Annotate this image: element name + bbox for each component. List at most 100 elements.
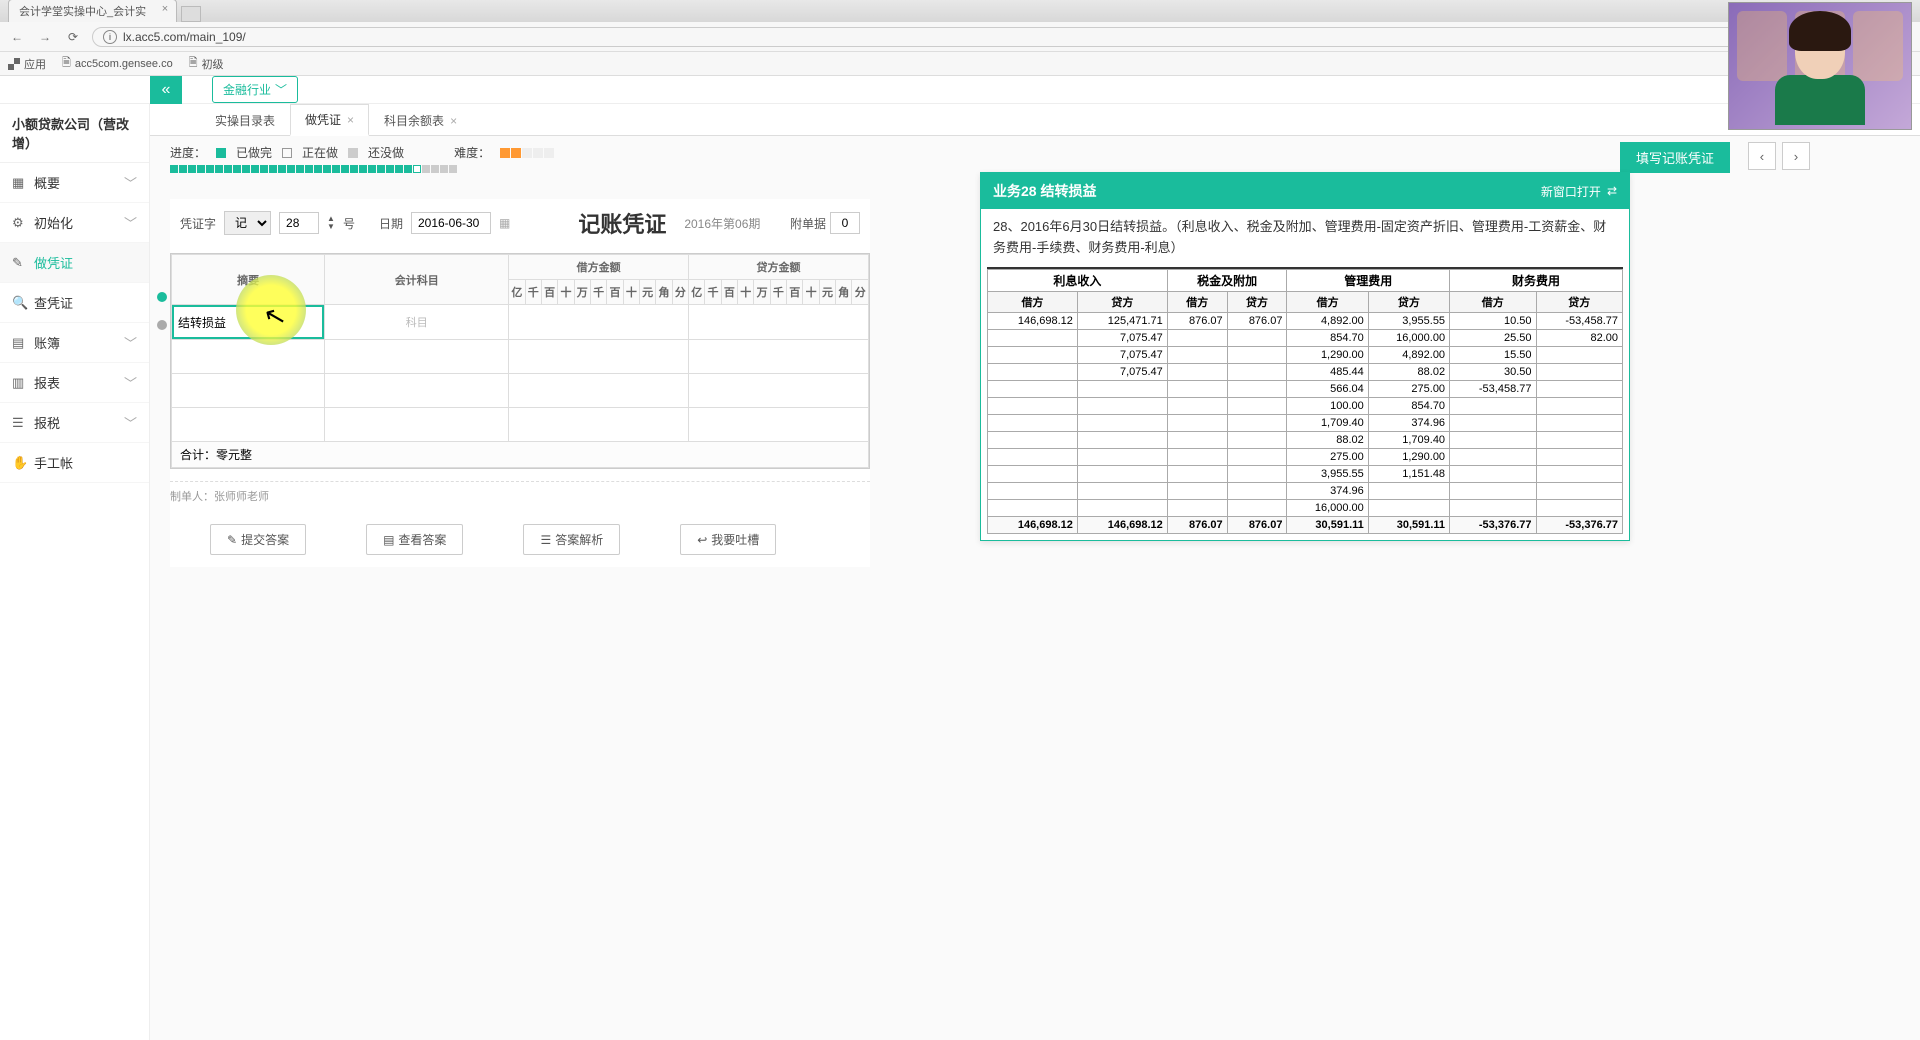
sidebar-item[interactable]: ▥报表﹀ xyxy=(0,363,149,403)
progress-cell[interactable] xyxy=(170,165,178,173)
data-cell: 7,075.47 xyxy=(1077,329,1167,346)
digit-header: 百 xyxy=(541,280,557,305)
sidebar-item[interactable]: 🔍查凭证 xyxy=(0,283,149,323)
progress-cell[interactable] xyxy=(431,165,439,173)
voucher-type-select[interactable]: 记 xyxy=(224,211,271,235)
voucher-row[interactable] xyxy=(172,374,869,408)
progress-cell[interactable] xyxy=(395,165,403,173)
reload-button[interactable]: ⟳ xyxy=(64,28,82,46)
data-cell xyxy=(1536,482,1623,499)
data-row: 100.00854.70 xyxy=(988,397,1623,414)
account-cell[interactable]: 科目 xyxy=(325,305,509,340)
progress-cell[interactable] xyxy=(197,165,205,173)
voucher-row[interactable]: 科目 xyxy=(172,305,869,340)
progress-cell[interactable] xyxy=(413,165,421,173)
progress-cell[interactable] xyxy=(224,165,232,173)
chevron-down-icon: ﹀ xyxy=(124,213,137,232)
progress-cell[interactable] xyxy=(422,165,430,173)
forward-button[interactable]: → xyxy=(36,28,54,46)
voucher-row[interactable] xyxy=(172,340,869,374)
content-tab[interactable]: 实操目录表 xyxy=(200,105,290,135)
progress-cell[interactable] xyxy=(449,165,457,173)
menu-label: 报税 xyxy=(34,413,60,432)
progress-cell[interactable] xyxy=(251,165,259,173)
browser-tab[interactable]: 会计学堂实操中心_会计实 × xyxy=(8,0,177,22)
address-bar[interactable]: i lx.acc5.com/main_109/ ☆ xyxy=(92,27,1912,47)
apps-button[interactable]: 应用 xyxy=(8,56,46,72)
dc-header: 借方 xyxy=(1287,291,1368,312)
voucher-form: 凭证字 记 ▲▼ 号 日期 ▦ 记账凭证 2016年第06期 附单据 xyxy=(170,199,870,567)
progress-cell[interactable] xyxy=(314,165,322,173)
feedback-button[interactable]: ↩ 我要吐槽 xyxy=(680,524,776,555)
data-cell xyxy=(988,363,1078,380)
attach-count-input[interactable] xyxy=(830,212,860,234)
bookmark-item[interactable]: 🗎 acc5com.gensee.co xyxy=(62,54,173,73)
task-panel-header: 业务28 结转损益 新窗口打开 ⇄ xyxy=(981,173,1629,209)
bookmark-item[interactable]: 🗎 初级 xyxy=(189,54,224,73)
sidebar-item[interactable]: ▤账簿﹀ xyxy=(0,323,149,363)
progress-cell[interactable] xyxy=(440,165,448,173)
progress-cell[interactable] xyxy=(278,165,286,173)
summary-input[interactable] xyxy=(172,305,324,339)
close-icon[interactable]: × xyxy=(347,113,354,127)
progress-cell[interactable] xyxy=(386,165,394,173)
progress-cell[interactable] xyxy=(296,165,304,173)
sidebar-collapse-button[interactable]: « xyxy=(150,76,182,104)
answer-explain-button[interactable]: ☰ 答案解析 xyxy=(523,524,620,555)
sidebar-item[interactable]: ▦概要﹀ xyxy=(0,163,149,203)
data-cell: 16,000.00 xyxy=(1287,499,1368,516)
submit-answer-button[interactable]: ✎ 提交答案 xyxy=(210,524,306,555)
digit-header: 十 xyxy=(558,280,574,305)
progress-cell[interactable] xyxy=(188,165,196,173)
data-cell xyxy=(1167,431,1227,448)
data-cell xyxy=(1167,397,1227,414)
sidebar-item[interactable]: ⚙初始化﹀ xyxy=(0,203,149,243)
progress-cell[interactable] xyxy=(377,165,385,173)
progress-cell[interactable] xyxy=(206,165,214,173)
content-tab[interactable]: 科目余额表× xyxy=(369,105,472,135)
data-cell xyxy=(988,329,1078,346)
progress-cell[interactable] xyxy=(350,165,358,173)
progress-cell[interactable] xyxy=(305,165,313,173)
voucher-date-input[interactable] xyxy=(411,212,491,234)
progress-cell[interactable] xyxy=(260,165,268,173)
new-tab-button[interactable] xyxy=(181,6,201,22)
close-icon[interactable]: × xyxy=(450,114,457,128)
progress-cell[interactable] xyxy=(368,165,376,173)
progress-cell[interactable] xyxy=(179,165,187,173)
data-cell: 876.07 xyxy=(1167,312,1227,329)
prev-button[interactable]: ‹ xyxy=(1748,142,1776,170)
calendar-icon[interactable]: ▦ xyxy=(499,216,510,230)
fill-voucher-button[interactable]: 填写记账凭证 xyxy=(1620,142,1730,173)
sidebar-item[interactable]: ✎做凭证 xyxy=(0,243,149,283)
next-button[interactable]: › xyxy=(1782,142,1810,170)
voucher-number-input[interactable] xyxy=(279,212,319,234)
sidebar-item[interactable]: ☰报税﹀ xyxy=(0,403,149,443)
site-info-icon[interactable]: i xyxy=(103,30,117,44)
sidebar-item[interactable]: ✋手工帐 xyxy=(0,443,149,483)
view-answer-button[interactable]: ▤ 查看答案 xyxy=(366,524,463,555)
progress-cell[interactable] xyxy=(287,165,295,173)
progress-cell[interactable] xyxy=(341,165,349,173)
industry-dropdown[interactable]: 金融行业 ﹀ xyxy=(212,76,298,103)
progress-cell[interactable] xyxy=(404,165,412,173)
progress-cell[interactable] xyxy=(332,165,340,173)
num-down[interactable]: ▼ xyxy=(327,223,335,231)
content-tab[interactable]: 做凭证× xyxy=(290,104,369,136)
progress-cell[interactable] xyxy=(242,165,250,173)
content-tabs: 实操目录表做凭证×科目余额表× xyxy=(150,104,1920,136)
data-cell xyxy=(1227,397,1287,414)
progress-cell[interactable] xyxy=(359,165,367,173)
back-button[interactable]: ← xyxy=(8,28,26,46)
progress-cell[interactable] xyxy=(233,165,241,173)
progress-cell[interactable] xyxy=(323,165,331,173)
progress-cell[interactable] xyxy=(269,165,277,173)
add-row-icon[interactable] xyxy=(157,292,167,302)
progress-cell[interactable] xyxy=(215,165,223,173)
open-new-window-button[interactable]: 新窗口打开 ⇄ xyxy=(1541,183,1617,200)
data-cell xyxy=(988,397,1078,414)
voucher-row[interactable] xyxy=(172,408,869,442)
menu-label: 报表 xyxy=(34,373,60,392)
close-icon[interactable]: × xyxy=(162,3,168,15)
del-row-icon[interactable] xyxy=(157,320,167,330)
